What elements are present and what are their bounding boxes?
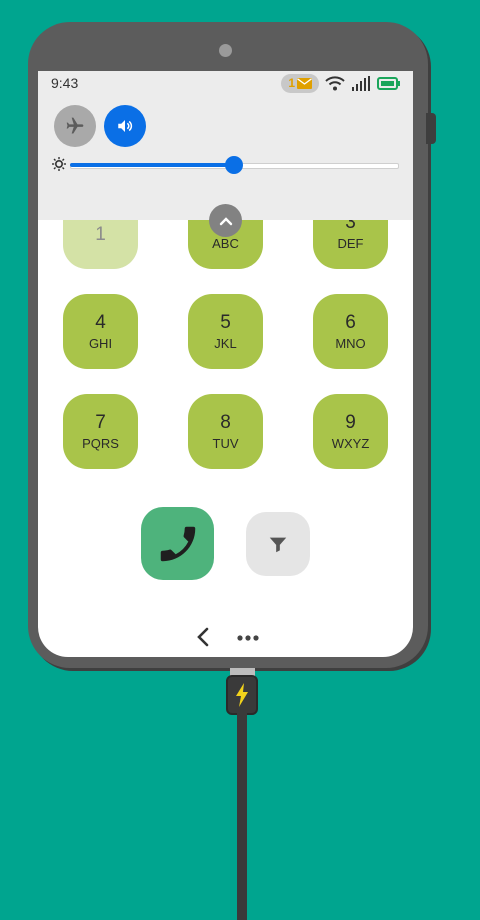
charging-connector xyxy=(226,675,258,715)
brightness-slider-fill xyxy=(70,163,234,167)
dial-key-digit: 9 xyxy=(345,412,356,433)
chevron-left-icon[interactable] xyxy=(196,627,210,647)
phone-icon xyxy=(160,526,195,561)
status-time: 9:43 xyxy=(51,75,79,91)
dial-key-6[interactable]: 6 MNO xyxy=(313,294,388,369)
dial-key-letters: PQRS xyxy=(82,436,119,451)
dial-key-8[interactable]: 8 TUV xyxy=(188,394,263,469)
dial-key-4[interactable]: 4 GHI xyxy=(63,294,138,369)
dial-key-digit: 5 xyxy=(220,312,231,333)
dial-key-9[interactable]: 9 WXYZ xyxy=(313,394,388,469)
dial-key-letters: ABC xyxy=(212,236,239,251)
dial-key-letters: DEF xyxy=(337,236,364,251)
front-camera xyxy=(219,44,232,57)
charging-cable xyxy=(237,713,247,920)
dial-key-letters: TUV xyxy=(212,436,239,451)
status-icons: 1 xyxy=(281,73,401,93)
collapse-shade-button[interactable] xyxy=(209,204,242,237)
phone-screen: 1 2 ABC 3 DEF 4 GHI 5 JKL 6 MNO 7 PQRS 8… xyxy=(38,71,413,657)
airplane-icon xyxy=(66,117,84,134)
dial-key-digit: 7 xyxy=(95,412,106,433)
dial-key-digit: 1 xyxy=(95,224,106,245)
message-count: 1 xyxy=(288,76,295,90)
call-button[interactable] xyxy=(141,507,214,580)
brightness-icon xyxy=(52,157,66,171)
dial-key-letters: MNO xyxy=(335,336,366,351)
battery-icon xyxy=(377,76,400,90)
lightning-bolt-icon xyxy=(236,683,248,707)
filter-button[interactable] xyxy=(246,512,310,576)
airplane-mode-toggle[interactable] xyxy=(54,105,96,147)
power-button[interactable] xyxy=(426,113,436,144)
dial-key-digit: 4 xyxy=(95,312,106,333)
signal-icon xyxy=(352,75,370,91)
brightness-slider-thumb[interactable] xyxy=(224,156,243,174)
wifi-icon xyxy=(325,75,345,90)
dial-key-letters: JKL xyxy=(214,336,237,351)
dial-key-digit: 8 xyxy=(220,412,231,433)
dial-key-letters: GHI xyxy=(88,336,113,351)
sound-toggle[interactable] xyxy=(104,105,146,147)
dial-key-5[interactable]: 5 JKL xyxy=(188,294,263,369)
message-badge[interactable]: 1 xyxy=(281,73,319,93)
filter-icon xyxy=(269,537,287,553)
dial-key-digit: 6 xyxy=(345,312,356,333)
more-dots-icon[interactable] xyxy=(237,634,259,642)
speaker-icon xyxy=(118,120,133,132)
chevron-up-icon xyxy=(219,216,232,225)
notification-shade: 9:43 1 xyxy=(38,71,413,220)
envelope-icon xyxy=(297,77,312,89)
dial-key-7[interactable]: 7 PQRS xyxy=(63,394,138,469)
dial-key-letters: WXYZ xyxy=(331,436,370,451)
